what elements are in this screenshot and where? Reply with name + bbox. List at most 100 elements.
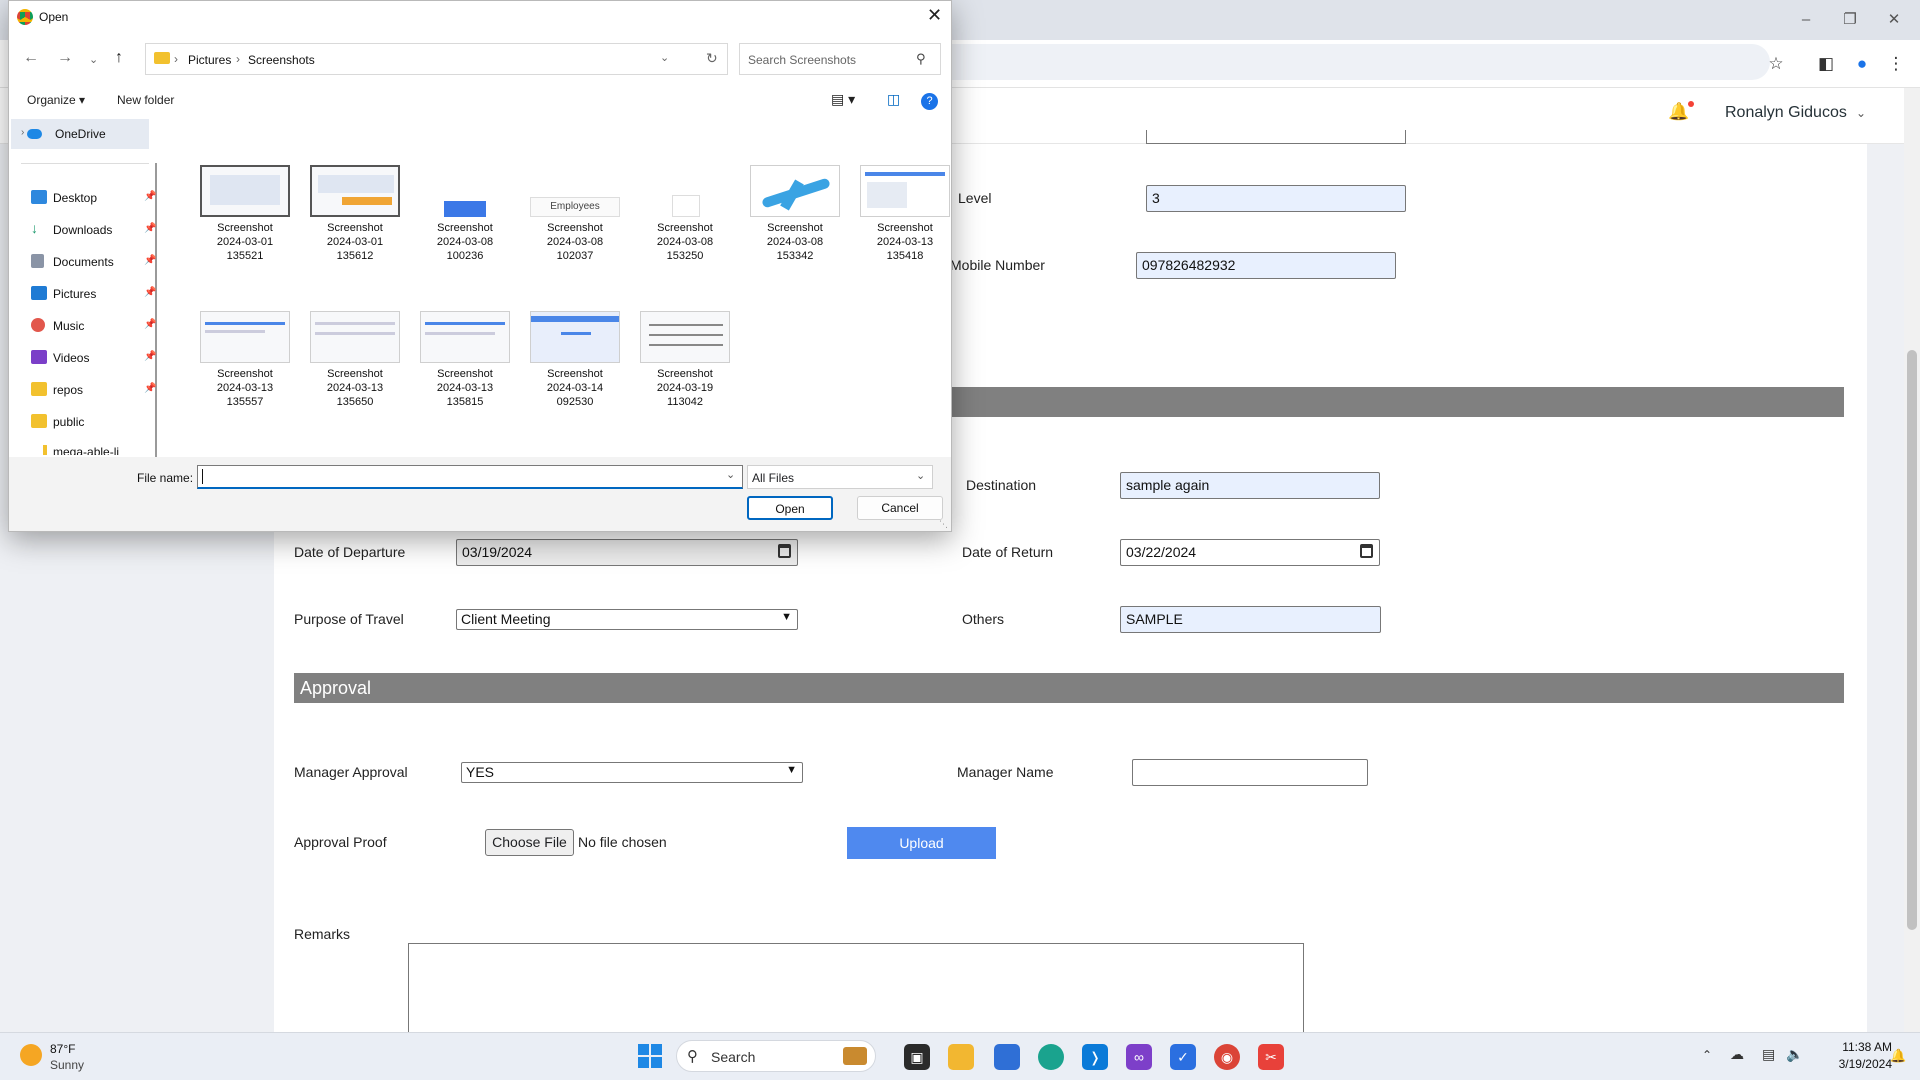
preview-pane-icon[interactable]: ◫: [887, 91, 900, 108]
edge-icon[interactable]: [1038, 1044, 1064, 1070]
menu-dots-icon[interactable]: ⋮: [1882, 50, 1910, 78]
breadcrumb-pictures[interactable]: Pictures: [188, 53, 231, 67]
address-dropdown-icon[interactable]: ⌄: [660, 51, 669, 64]
taskbar-search[interactable]: ⚲ Search: [676, 1040, 876, 1072]
file-name-dropdown-icon[interactable]: ⌄: [726, 468, 735, 481]
file-item[interactable]: Screenshot 2024-03-13 135418: [853, 165, 957, 263]
file-item[interactable]: Employees Screenshot 2024-03-08 102037: [523, 165, 627, 263]
nav-music[interactable]: Music 📌: [31, 318, 156, 333]
file-type-filter[interactable]: All Files ⌄: [747, 465, 933, 489]
file-item[interactable]: Screenshot 2024-03-19 113042: [633, 311, 737, 409]
file-item[interactable]: Screenshot 2024-03-13 135557: [193, 311, 297, 409]
start-windows-icon[interactable]: [638, 1044, 662, 1068]
todo-check-icon[interactable]: ✓: [1170, 1044, 1196, 1070]
file-item[interactable]: Screenshot 2024-03-13 135815: [413, 311, 517, 409]
help-icon[interactable]: ?: [921, 93, 938, 110]
manager-approval-select[interactable]: YES ▼: [461, 762, 803, 783]
file-name-line3: 153250: [666, 250, 704, 262]
remarks-textarea[interactable]: [408, 943, 1304, 1035]
volume-icon[interactable]: 🔈: [1786, 1046, 1803, 1063]
minimize-icon[interactable]: –: [1786, 8, 1826, 32]
nav-desktop[interactable]: Desktop 📌: [31, 190, 156, 205]
restore-icon[interactable]: ❐: [1830, 8, 1870, 32]
nav-scrollbar[interactable]: [155, 163, 157, 463]
resize-grip-icon[interactable]: ⋱: [939, 519, 948, 530]
weather-desc[interactable]: Sunny: [50, 1058, 84, 1072]
chevron-down-icon[interactable]: ⌄: [1856, 106, 1866, 120]
chrome-icon[interactable]: ◉: [1214, 1044, 1240, 1070]
back-arrow-icon[interactable]: ←: [23, 49, 39, 67]
snipping-tool-icon[interactable]: ✂: [1258, 1044, 1284, 1070]
file-item[interactable]: Screenshot 2024-03-08 100236: [413, 165, 517, 263]
vscode-icon[interactable]: ❭: [1082, 1044, 1108, 1070]
taskview-icon[interactable]: ▣: [904, 1044, 930, 1070]
weather-sun-icon[interactable]: [20, 1044, 42, 1066]
return-date-field[interactable]: 03/22/2024: [1120, 539, 1380, 566]
window-close-icon[interactable]: ✕: [1874, 8, 1914, 32]
file-item[interactable]: Screenshot 2024-03-08 153342: [743, 165, 847, 263]
file-item[interactable]: Screenshot 2024-03-01 135521: [193, 165, 297, 263]
new-folder-button[interactable]: New folder: [117, 93, 174, 107]
tray-chevron-icon[interactable]: ⌃: [1702, 1048, 1712, 1062]
user-name[interactable]: Ronalyn Giducos: [1725, 104, 1847, 122]
file-name-input[interactable]: ⌄: [197, 465, 743, 489]
bookmark-star-icon[interactable]: ☆: [1762, 50, 1790, 78]
nav-repos[interactable]: repos 📌: [31, 382, 156, 397]
search-screenshots-input[interactable]: Search Screenshots ⚲: [739, 43, 941, 75]
calendar-icon[interactable]: [1360, 544, 1373, 558]
address-breadcrumb[interactable]: › Pictures › Screenshots ⌄ ↻: [145, 43, 728, 75]
cloud-icon[interactable]: ☁: [1730, 1046, 1744, 1063]
clock-time[interactable]: 11:38 AM: [1822, 1040, 1892, 1054]
destination-field[interactable]: sample again: [1120, 472, 1380, 499]
notification-center-icon[interactable]: 🔔: [1890, 1048, 1906, 1064]
store-icon[interactable]: [994, 1044, 1020, 1070]
forward-arrow-icon[interactable]: →: [57, 49, 73, 67]
file-item[interactable]: Screenshot 2024-03-01 135612: [303, 165, 407, 263]
weather-temp[interactable]: 87°F: [50, 1042, 75, 1056]
open-button[interactable]: Open: [747, 496, 833, 520]
organize-menu[interactable]: Organize ▾: [27, 93, 85, 107]
calendar-icon[interactable]: [778, 544, 791, 558]
visual-studio-icon[interactable]: ∞: [1126, 1044, 1152, 1070]
network-icon[interactable]: ▤: [1762, 1046, 1775, 1063]
up-arrow-icon[interactable]: ↑: [115, 49, 123, 67]
clock-date[interactable]: 3/19/2024: [1822, 1057, 1892, 1071]
upload-button[interactable]: Upload: [847, 827, 996, 859]
documents-icon: [31, 254, 44, 268]
purpose-select[interactable]: Client Meeting ▼: [456, 609, 798, 630]
profile-icon[interactable]: ●: [1848, 50, 1876, 78]
side-panel-icon[interactable]: ◧: [1812, 50, 1840, 78]
nav-public[interactable]: public: [31, 414, 84, 429]
refresh-icon[interactable]: ↻: [706, 50, 718, 67]
partial-field[interactable]: [1146, 130, 1406, 144]
mobile-field[interactable]: 097826482932: [1136, 252, 1396, 279]
recent-chevron-icon[interactable]: ⌄: [89, 53, 98, 66]
file-item[interactable]: Screenshot 2024-03-13 135650: [303, 311, 407, 409]
nav-downloads-label: Downloads: [53, 223, 113, 237]
choose-file-button[interactable]: Choose File: [485, 829, 574, 856]
file-name-line2: 2024-03-08: [546, 236, 604, 248]
dialog-close-icon[interactable]: ✕: [927, 5, 942, 26]
nav-mega-able-lite[interactable]: mega-able-lite: [43, 445, 119, 455]
nav-onedrive[interactable]: OneDrive: [27, 127, 106, 141]
nav-public-label: public: [53, 415, 85, 429]
others-field[interactable]: SAMPLE: [1120, 606, 1381, 633]
manager-name-field[interactable]: [1132, 759, 1368, 786]
view-options-icon[interactable]: ▤ ▾: [831, 91, 855, 108]
breadcrumb-screenshots[interactable]: Screenshots: [248, 53, 315, 67]
nav-pictures[interactable]: Pictures 📌: [31, 286, 156, 301]
level-field[interactable]: 3: [1146, 185, 1406, 212]
nav-documents[interactable]: Documents 📌: [31, 254, 156, 269]
notification-bell-icon[interactable]: 🔔: [1668, 102, 1689, 122]
nav-videos[interactable]: Videos 📌: [31, 350, 156, 365]
departure-date-field[interactable]: 03/19/2024: [456, 539, 798, 566]
cancel-button[interactable]: Cancel: [857, 496, 943, 520]
scroll-thumb[interactable]: [1907, 350, 1917, 930]
nav-downloads[interactable]: ↓ Downloads 📌: [31, 220, 156, 237]
file-explorer-icon[interactable]: [948, 1044, 974, 1070]
file-item[interactable]: Screenshot 2024-03-08 153250: [633, 165, 737, 263]
expand-chevron-icon[interactable]: ›: [21, 127, 24, 138]
breadcrumb-separator: ›: [236, 52, 240, 66]
file-item[interactable]: Screenshot 2024-03-14 092530: [523, 311, 627, 409]
departure-date-value: 03/19/2024: [462, 544, 533, 560]
